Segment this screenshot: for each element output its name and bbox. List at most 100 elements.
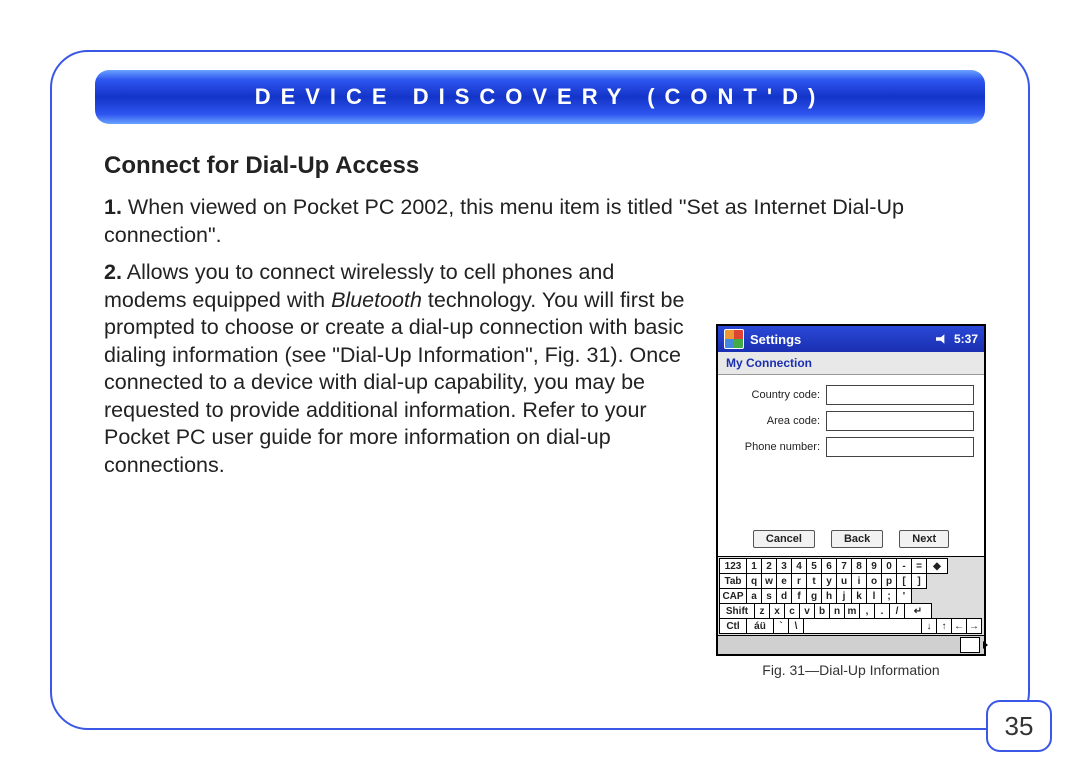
bluetooth-em: Bluetooth [331, 288, 422, 312]
kbd-key[interactable]: 6 [821, 558, 837, 574]
kbd-key[interactable]: Shift [719, 603, 755, 619]
label-area: Area code: [728, 415, 826, 427]
paragraph-2-tail: technology. You will first be prompted t… [104, 288, 684, 477]
kbd-key[interactable]: 7 [836, 558, 852, 574]
ppc-button-row: Cancel Back Next [718, 526, 984, 556]
kbd-key[interactable]: v [799, 603, 815, 619]
ppc-form: Country code: Area code: Phone number: [718, 375, 984, 526]
kbd-row-4: Shiftzxcvbnm,./↵ [720, 603, 982, 618]
kbd-key[interactable]: = [911, 558, 927, 574]
kbd-key[interactable]: w [761, 573, 777, 589]
kbd-key[interactable]: f [791, 588, 807, 604]
kbd-key[interactable]: 1 [746, 558, 762, 574]
back-button[interactable]: Back [831, 530, 883, 548]
kbd-key[interactable]: 123 [719, 558, 747, 574]
kbd-key[interactable]: Ctl [719, 618, 747, 634]
kbd-key[interactable]: s [761, 588, 777, 604]
kbd-key[interactable]: q [746, 573, 762, 589]
list-number: 2. [104, 260, 122, 284]
kbd-row-2: Tabqwertyuiop[] [720, 573, 982, 588]
subheading: Connect for Dial-Up Access [104, 152, 988, 180]
input-area[interactable] [826, 411, 974, 431]
kbd-key[interactable]: ◆ [926, 558, 948, 574]
kbd-key[interactable]: ↓ [921, 618, 937, 634]
kbd-key[interactable]: u [836, 573, 852, 589]
kbd-key[interactable]: 5 [806, 558, 822, 574]
paragraph-1-text: When viewed on Pocket PC 2002, this menu… [104, 195, 904, 247]
row-country: Country code: [728, 385, 974, 405]
speaker-icon[interactable] [936, 333, 950, 345]
figure-31: Settings 5:37 My Connection Country code… [716, 324, 986, 678]
ppc-subtitle: My Connection [718, 352, 984, 375]
kbd-key[interactable]: j [836, 588, 852, 604]
row-area: Area code: [728, 411, 974, 431]
start-icon[interactable] [724, 329, 744, 349]
kbd-key[interactable]: n [829, 603, 845, 619]
kbd-key[interactable]: CAP [719, 588, 747, 604]
kbd-key[interactable]: ↑ [936, 618, 952, 634]
kbd-key[interactable]: ← [951, 618, 967, 634]
row-phone: Phone number: [728, 437, 974, 457]
kbd-key[interactable]: 8 [851, 558, 867, 574]
kbd-key[interactable]: g [806, 588, 822, 604]
kbd-key[interactable] [803, 618, 922, 634]
kbd-key[interactable]: 0 [881, 558, 897, 574]
kbd-key[interactable]: - [896, 558, 912, 574]
kbd-key[interactable]: y [821, 573, 837, 589]
kbd-key[interactable]: m [844, 603, 860, 619]
kbd-key[interactable]: Tab [719, 573, 747, 589]
kbd-key[interactable]: c [784, 603, 800, 619]
kbd-key[interactable]: p [881, 573, 897, 589]
ppc-bottom-bar [718, 635, 984, 654]
kbd-key[interactable]: h [821, 588, 837, 604]
kbd-key[interactable]: d [776, 588, 792, 604]
body-area: 1. When viewed on Pocket PC 2002, this m… [104, 194, 976, 479]
input-country[interactable] [826, 385, 974, 405]
kbd-key[interactable]: \ [788, 618, 804, 634]
kbd-key[interactable]: ` [773, 618, 789, 634]
kbd-row-3: CAPasdfghjkl;' [720, 588, 982, 603]
kbd-key[interactable]: 9 [866, 558, 882, 574]
label-phone: Phone number: [728, 441, 826, 453]
figure-box: Settings 5:37 My Connection Country code… [716, 324, 986, 656]
kbd-key[interactable]: 3 [776, 558, 792, 574]
kbd-key[interactable]: áü [746, 618, 774, 634]
section-title: DEVICE DISCOVERY (CONT'D) [255, 84, 826, 110]
page-number: 35 [1005, 711, 1034, 742]
kbd-key[interactable]: x [769, 603, 785, 619]
kbd-key[interactable]: i [851, 573, 867, 589]
kbd-key[interactable]: e [776, 573, 792, 589]
ppc-titlebar: Settings 5:37 [718, 326, 984, 352]
kbd-key[interactable]: o [866, 573, 882, 589]
kbd-key[interactable]: . [874, 603, 890, 619]
kbd-key[interactable]: b [814, 603, 830, 619]
kbd-key[interactable]: ] [911, 573, 927, 589]
paragraph-1: 1. When viewed on Pocket PC 2002, this m… [104, 194, 976, 249]
kbd-key[interactable]: z [754, 603, 770, 619]
kbd-key[interactable]: ↵ [904, 603, 932, 619]
kbd-key[interactable]: ; [881, 588, 897, 604]
page-frame: DEVICE DISCOVERY (CONT'D) Connect for Di… [50, 50, 1030, 730]
kbd-key[interactable]: k [851, 588, 867, 604]
keyboard-toggle-icon[interactable] [960, 637, 980, 653]
cancel-button[interactable]: Cancel [753, 530, 815, 548]
section-banner: DEVICE DISCOVERY (CONT'D) [95, 70, 985, 124]
kbd-row-1: 1231234567890-=◆ [720, 558, 982, 573]
kbd-key[interactable]: [ [896, 573, 912, 589]
kbd-key[interactable]: t [806, 573, 822, 589]
kbd-key[interactable]: / [889, 603, 905, 619]
figure-caption: Fig. 31—Dial-Up Information [716, 662, 986, 678]
kbd-key[interactable]: 4 [791, 558, 807, 574]
input-phone[interactable] [826, 437, 974, 457]
kbd-key[interactable]: r [791, 573, 807, 589]
ppc-clock: 5:37 [954, 332, 978, 346]
kbd-key[interactable]: , [859, 603, 875, 619]
kbd-key[interactable]: 2 [761, 558, 777, 574]
kbd-key[interactable]: l [866, 588, 882, 604]
kbd-key[interactable]: → [966, 618, 982, 634]
kbd-key[interactable]: a [746, 588, 762, 604]
next-button[interactable]: Next [899, 530, 949, 548]
kbd-key[interactable]: ' [896, 588, 912, 604]
pocketpc-screenshot: Settings 5:37 My Connection Country code… [716, 324, 986, 656]
ppc-keyboard[interactable]: 1231234567890-=◆ Tabqwertyuiop[] CAPasdf… [718, 556, 984, 635]
